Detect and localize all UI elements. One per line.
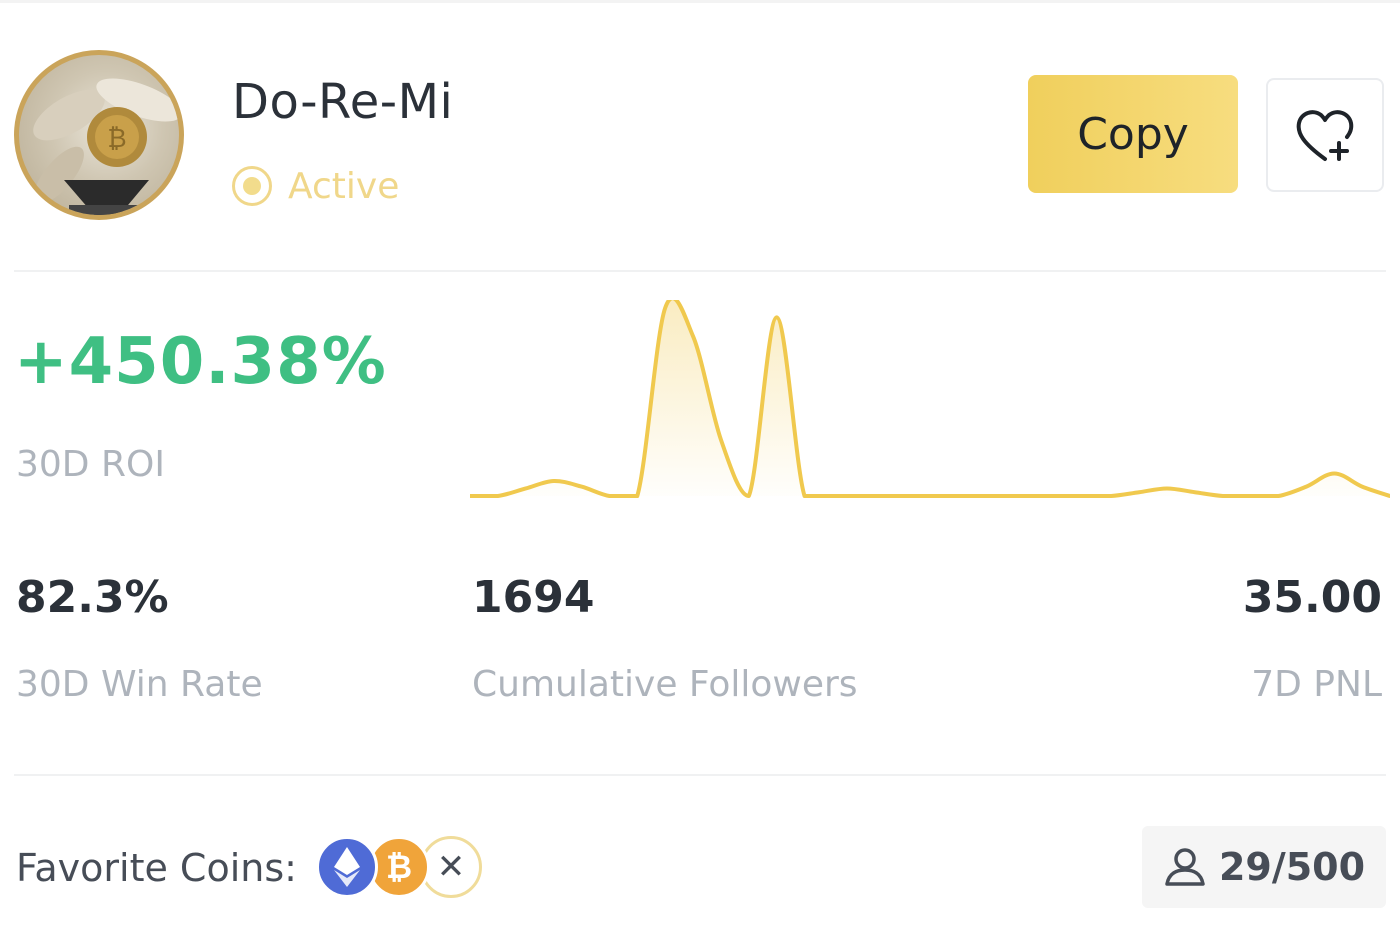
- chart-area-fill: [470, 300, 1390, 496]
- roi-value: +450.38%: [14, 325, 387, 399]
- win-rate-value: 82.3%: [16, 572, 169, 623]
- trader-name[interactable]: Do-Re-Mi: [232, 74, 453, 130]
- copiers-count-badge[interactable]: 29/500: [1142, 826, 1386, 908]
- avatar-image: ₿: [33, 78, 179, 215]
- eth-icon: [316, 836, 378, 898]
- favorite-button[interactable]: [1266, 78, 1384, 192]
- pnl-value: 35.00: [1242, 572, 1382, 623]
- header-divider: [14, 270, 1386, 272]
- copy-button[interactable]: Copy: [1028, 75, 1238, 193]
- stats-divider: [14, 774, 1386, 776]
- roi-sparkline-chart: [470, 300, 1390, 498]
- favorite-coins-label: Favorite Coins:: [16, 846, 297, 890]
- top-divider: [0, 0, 1400, 3]
- status-label: Active: [288, 165, 400, 207]
- user-icon: [1165, 848, 1205, 886]
- followers-value: 1694: [472, 572, 595, 623]
- copiers-count: 29/500: [1218, 845, 1366, 889]
- active-dot-icon: [232, 166, 272, 206]
- svg-text:₿: ₿: [107, 124, 126, 154]
- heart-plus-icon: [1296, 110, 1354, 161]
- roi-label: 30D ROI: [16, 444, 165, 485]
- status-indicator: Active: [232, 164, 399, 208]
- followers-label: Cumulative Followers: [472, 664, 858, 705]
- trader-avatar[interactable]: ₿: [14, 50, 184, 220]
- win-rate-label: 30D Win Rate: [16, 664, 263, 705]
- chart-series-line: [470, 300, 1390, 498]
- pnl-label: 7D PNL: [1251, 664, 1382, 705]
